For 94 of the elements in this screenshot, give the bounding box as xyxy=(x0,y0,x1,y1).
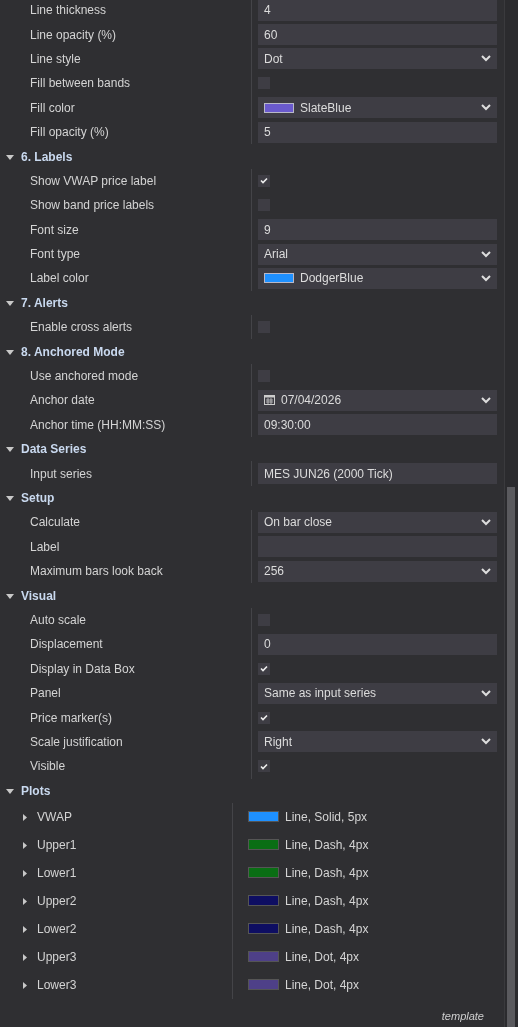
input-field[interactable]: 60 xyxy=(258,24,497,46)
property-label: Panel xyxy=(29,686,62,701)
property-label: Label xyxy=(29,539,61,554)
property-label: Anchor date xyxy=(29,393,96,408)
plot-style: Line, Dash, 4px xyxy=(285,921,369,936)
calendar-icon xyxy=(264,395,275,406)
checkbox[interactable] xyxy=(258,174,270,187)
property-label: Use anchored mode xyxy=(29,369,140,384)
collapse-icon[interactable] xyxy=(5,591,15,600)
chevron-down-icon xyxy=(481,275,491,282)
input-field[interactable]: 4 xyxy=(258,0,497,21)
dropdown[interactable]: On bar close xyxy=(258,511,497,533)
plot-name[interactable]: Lower2 xyxy=(37,921,77,936)
property-label: Line opacity (%) xyxy=(29,27,118,42)
plot-name[interactable]: Upper1 xyxy=(37,837,77,852)
collapse-icon[interactable] xyxy=(5,298,15,307)
section-title[interactable]: 6. Labels xyxy=(21,149,73,164)
dropdown[interactable]: Right xyxy=(258,731,497,753)
property-label: Maximum bars look back xyxy=(29,564,164,579)
plot-style: Line, Dash, 4px xyxy=(285,837,369,852)
property-label: Display in Data Box xyxy=(29,661,136,676)
checkbox[interactable] xyxy=(258,711,270,724)
chevron-down-icon xyxy=(481,104,491,112)
input-field[interactable]: 5 xyxy=(258,121,497,143)
collapse-icon[interactable] xyxy=(5,445,15,454)
property-label: Show VWAP price label xyxy=(29,173,158,188)
chevron-down-icon xyxy=(481,567,491,575)
chevron-down-icon xyxy=(481,738,491,746)
checkbox[interactable] xyxy=(258,760,270,773)
property-label: Line style xyxy=(29,51,82,66)
plot-name[interactable]: Lower1 xyxy=(37,865,77,880)
dropdown[interactable]: Same as input series xyxy=(258,682,497,704)
input-field[interactable]: 09:30:00 xyxy=(258,414,497,436)
property-label: Input series xyxy=(29,466,94,481)
section-title[interactable]: 8. Anchored Mode xyxy=(21,344,125,359)
property-label: Font size xyxy=(29,222,80,237)
expand-icon[interactable] xyxy=(20,840,30,849)
collapse-icon[interactable] xyxy=(5,494,15,502)
property-label: Calculate xyxy=(29,515,82,530)
property-label: Auto scale xyxy=(29,612,88,627)
chevron-down-icon xyxy=(481,396,491,404)
input-field[interactable]: MES JUN26 (2000 Tick) xyxy=(258,463,497,485)
color-dropdown[interactable]: SlateBlue xyxy=(258,97,497,119)
property-label: Scale justification xyxy=(29,734,124,749)
plot-style: Line, Dot, 4px xyxy=(285,977,360,992)
section-title[interactable]: Data Series xyxy=(21,442,87,457)
section-title[interactable]: Plots xyxy=(21,783,51,798)
chevron-down-icon xyxy=(481,250,491,258)
property-label: Line thickness xyxy=(29,3,108,18)
property-label: Anchor time (HH:MM:SS) xyxy=(29,417,167,432)
property-label: Enable cross alerts xyxy=(29,320,134,335)
section-title[interactable]: Visual xyxy=(21,588,57,603)
input-field[interactable]: 0 xyxy=(258,633,497,655)
date-picker[interactable]: 07/04/2026 xyxy=(258,389,497,411)
input-field[interactable]: 9 xyxy=(258,219,497,241)
plot-style: Line, Dash, 4px xyxy=(285,893,369,908)
property-label: Font type xyxy=(29,247,82,262)
chevron-down-icon xyxy=(481,689,491,697)
property-label: Fill color xyxy=(29,100,76,115)
plot-style: Line, Dot, 4px xyxy=(285,949,360,964)
expand-icon[interactable] xyxy=(20,924,30,933)
plot-name[interactable]: Upper2 xyxy=(37,893,77,908)
section-title[interactable]: Setup xyxy=(21,491,55,505)
dropdown[interactable]: Arial xyxy=(258,243,497,265)
property-label: Displacement xyxy=(29,637,104,652)
scrollbar[interactable] xyxy=(504,0,518,1027)
plot-style: Line, Solid, 5px xyxy=(285,809,368,824)
property-label: Label color xyxy=(29,271,90,286)
plot-name[interactable]: VWAP xyxy=(37,809,72,824)
property-label: Show band price labels xyxy=(29,198,156,213)
expand-icon[interactable] xyxy=(20,896,30,905)
expand-icon[interactable] xyxy=(20,868,30,877)
plot-name[interactable]: Lower3 xyxy=(37,977,77,992)
plot-style: Line, Dash, 4px xyxy=(285,865,369,880)
color-dropdown[interactable]: DodgerBlue xyxy=(258,268,497,289)
property-label: Price marker(s) xyxy=(29,710,113,725)
expand-icon[interactable] xyxy=(20,980,30,989)
footer-text: template xyxy=(441,1009,484,1022)
property-label: Visible xyxy=(29,759,67,774)
collapse-icon[interactable] xyxy=(5,786,15,795)
plot-name[interactable]: Upper3 xyxy=(37,949,77,964)
scrollbar-thumb[interactable] xyxy=(507,487,515,1027)
collapse-icon[interactable] xyxy=(5,347,15,356)
checkbox[interactable] xyxy=(258,662,270,675)
dropdown[interactable]: Dot xyxy=(258,48,497,70)
expand-icon[interactable] xyxy=(20,812,30,821)
expand-icon[interactable] xyxy=(20,952,30,961)
section-title[interactable]: 7. Alerts xyxy=(21,295,68,310)
collapse-icon[interactable] xyxy=(5,152,15,161)
property-label: Fill between bands xyxy=(29,76,132,91)
dropdown[interactable]: 256 xyxy=(258,560,497,582)
chevron-down-icon xyxy=(481,518,491,526)
chevron-down-icon xyxy=(481,55,491,63)
property-label: Fill opacity (%) xyxy=(29,125,110,140)
